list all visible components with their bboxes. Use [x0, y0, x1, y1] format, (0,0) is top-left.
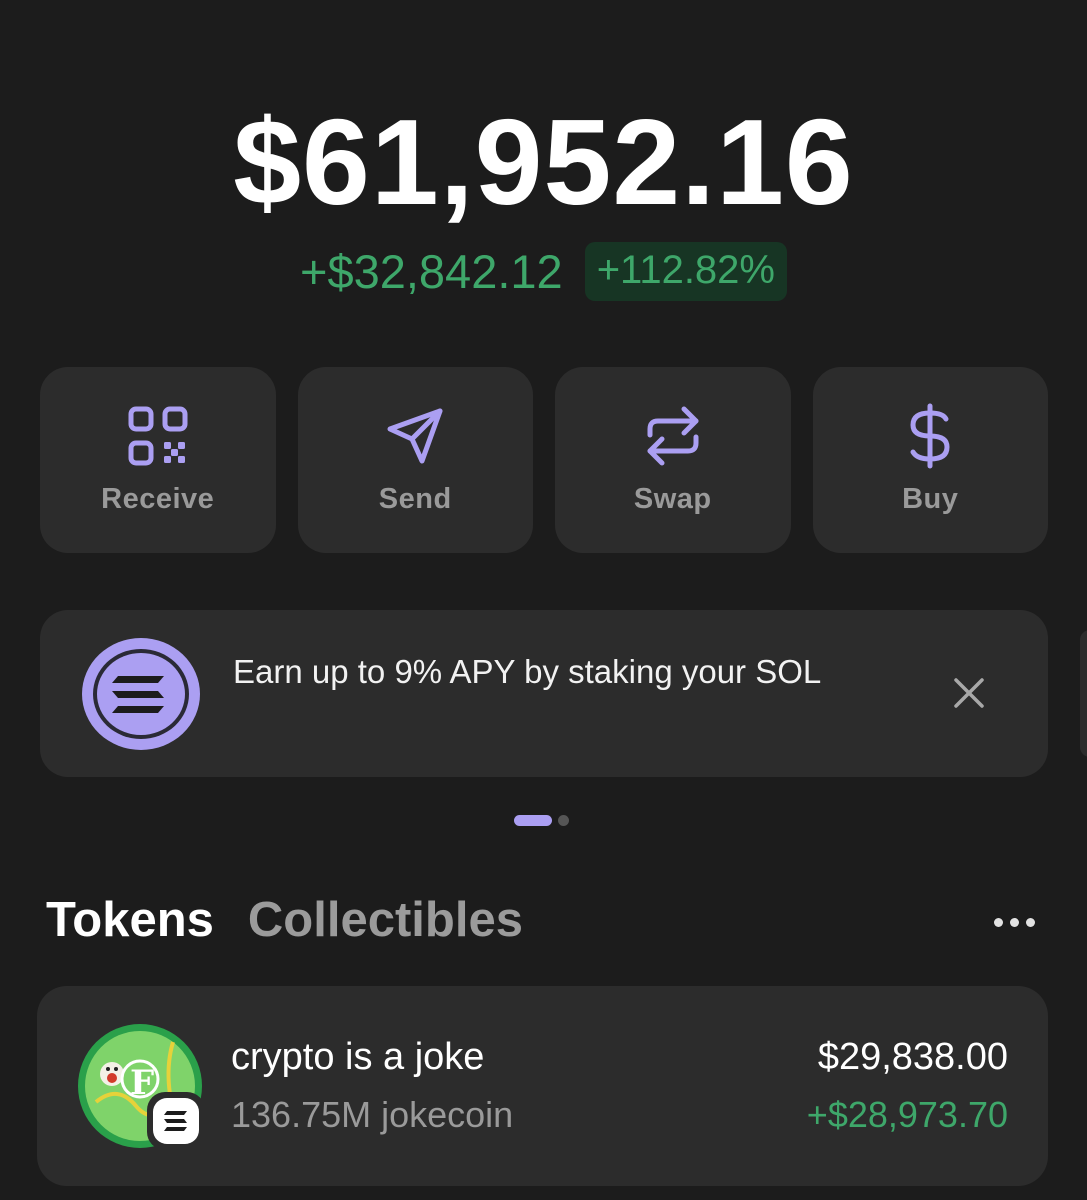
portfolio-change-amount: +$32,842.12	[300, 245, 563, 298]
portfolio-balance: $61,952.16	[233, 94, 854, 230]
tab-tokens[interactable]: Tokens	[46, 892, 214, 948]
portfolio-change-row: +$32,842.12 +112.82%	[0, 242, 1087, 301]
receive-label: Receive	[101, 483, 215, 515]
send-label: Send	[378, 483, 452, 515]
token-change: +$28,973.70	[806, 1094, 1008, 1135]
banner-text: Earn up to 9% APY by staking your SOL	[233, 653, 822, 690]
more-dot	[994, 918, 1003, 927]
action-buttons: Receive Send Swap Buy	[40, 367, 1048, 553]
staking-promo-banner[interactable]: Earn up to 9% APY by staking your SOL	[40, 610, 1048, 777]
token-name: crypto is a joke	[231, 1036, 485, 1078]
token-value: $29,838.00	[817, 1036, 1008, 1078]
dollar-icon	[897, 403, 963, 469]
swap-arrows-icon	[640, 403, 706, 469]
next-banner-card-edge	[1080, 630, 1087, 757]
swap-button[interactable]: Swap	[555, 367, 791, 553]
solana-badge-icon	[145, 1090, 207, 1152]
token-row[interactable]: F crypto is a joke 136.75M jokecoin $29,…	[37, 986, 1048, 1186]
send-button[interactable]: Send	[297, 367, 533, 553]
carousel-indicator	[514, 815, 569, 826]
token-amount: 136.75M jokecoin	[231, 1094, 514, 1135]
close-icon[interactable]	[952, 676, 986, 710]
swap-label: Swap	[633, 483, 712, 515]
buy-button[interactable]: Buy	[812, 367, 1048, 553]
more-dot	[1026, 918, 1035, 927]
carousel-dot-active[interactable]	[514, 815, 552, 826]
tab-collectibles[interactable]: Collectibles	[248, 892, 523, 948]
send-arrow-icon	[382, 403, 448, 469]
buy-label: Buy	[902, 483, 959, 515]
solana-logo-icon	[80, 636, 202, 752]
carousel-dot[interactable]	[558, 815, 569, 826]
receive-button[interactable]: Receive	[40, 367, 276, 553]
portfolio-change-percent-badge: +112.82%	[584, 242, 787, 301]
qr-code-icon	[125, 403, 191, 469]
more-dot	[1010, 918, 1019, 927]
more-options-icon[interactable]	[994, 918, 1035, 927]
asset-tabs: Tokens Collectibles	[46, 892, 523, 948]
